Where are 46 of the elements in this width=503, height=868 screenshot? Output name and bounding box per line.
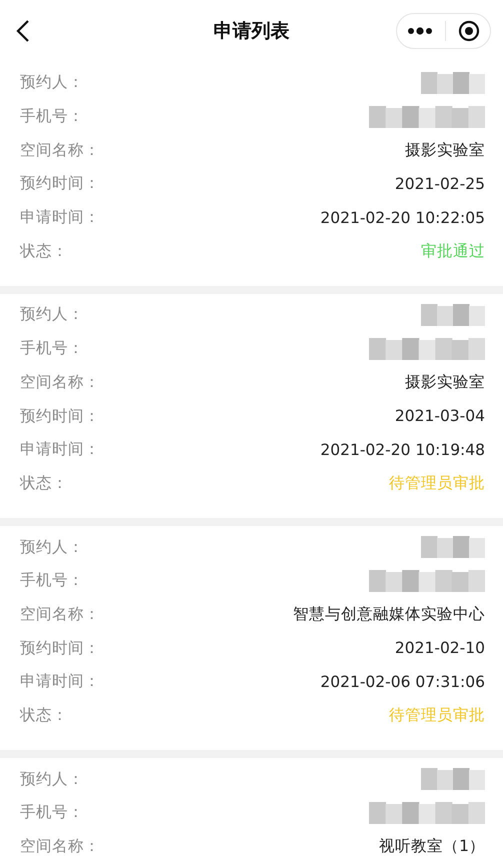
field-label: 申请时间： [20,671,100,692]
field-label: 预约时间： [20,638,100,659]
redacted-block [421,72,485,94]
status-text: 审批通过 [421,240,485,262]
status-text: 待管理员审批 [389,472,485,494]
redacted-block [421,304,485,326]
field-value: 2021-02-20 10:22:05 [320,208,485,227]
close-icon[interactable] [458,20,480,42]
application-card[interactable]: 预约人： 手机号： 空间名称： 摄影实验室 预约时间： 2021-03-04 申请时间： 2021-02-20 10:19:48 状态： 待管理员审批 [0,294,503,518]
field-value: 摄影实验室 [405,372,485,393]
application-card[interactable]: 预约人： 手机号： 空间名称： 摄影实验室 预约时间： 2021-02-25 申请时间： 2021-02-20 10:22:05 状态： 审批通过 [0,62,503,286]
field-label: 预约时间： [20,406,100,427]
field-label: 预约时间： [20,173,100,194]
field-value: 2021-02-20 10:19:48 [320,440,485,459]
field-value: 视听教室（1） [379,836,485,858]
field-label: 手机号： [20,338,84,360]
field-label: 预约人： [20,536,84,558]
redacted-block [421,536,485,558]
field-value: 2021-02-25 [394,174,485,193]
field-value: 摄影实验室 [405,140,485,161]
back-icon[interactable] [16,19,30,43]
field-label: 手机号： [20,802,84,824]
field-value: 智慧与创意融媒体实验中心 [293,604,485,625]
field-label: 空间名称： [20,372,100,393]
field-label: 手机号： [20,106,84,128]
field-label: 状态： [20,240,68,262]
field-label: 预约人： [20,304,84,326]
redacted-block [421,768,485,790]
field-label: 状态： [20,705,68,726]
application-card[interactable]: 预约人： 手机号： 空间名称： 视听教室（1） [0,758,503,868]
field-label: 空间名称： [20,836,100,858]
field-label: 状态： [20,472,68,494]
status-text: 待管理员审批 [389,705,485,726]
field-label: 申请时间： [20,439,100,460]
application-card[interactable]: 预约人： 手机号： 空间名称： 智慧与创意融媒体实验中心 预约时间： 2021-02-10 申请时间： 2021-02-06 07:31:06 状态： 待管理员审批 [0,526,503,750]
field-label: 预约人： [20,768,84,790]
field-label: 手机号： [20,570,84,592]
field-value: 2021-03-04 [394,407,485,426]
field-label: 申请时间： [20,207,100,228]
field-label: 空间名称： [20,604,100,625]
field-label: 预约人： [20,72,84,94]
field-label: 空间名称： [20,140,100,161]
page-title: 申请列表 [214,20,290,42]
more-icon[interactable] [407,27,433,35]
field-value: 2021-02-10 [394,639,485,658]
field-value: 2021-02-06 07:31:06 [320,672,485,691]
